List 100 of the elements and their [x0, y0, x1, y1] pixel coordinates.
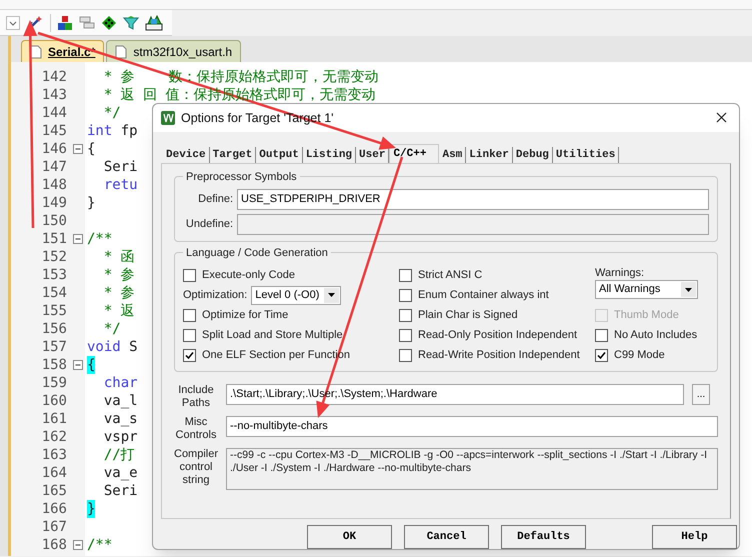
code-text: va_s [102, 410, 138, 428]
code-text: char [102, 374, 138, 392]
compiler-string-field: --c99 -c --cpu Cortex-M3 -D__MICROLIB -g -O0 --apcs=interwork --split_sections -I ./Start -I ./Library -I ./User -I ./System -I ./Hardware --no-multibyte-chars [226, 448, 718, 490]
dropdown[interactable]: Level 0 (-O0) [251, 286, 342, 305]
code-text: * 函 [102, 248, 135, 266]
checkbox[interactable] [183, 268, 196, 282]
stacked-windows-icon[interactable] [79, 14, 95, 30]
dialog-tab[interactable]: Debug [512, 147, 553, 164]
checkbox[interactable] [399, 288, 412, 302]
checkbox[interactable] [183, 348, 196, 362]
checkbox[interactable] [399, 268, 412, 282]
code-text: //打 [102, 446, 135, 464]
fold-toggle-icon[interactable] [73, 144, 83, 154]
diamond-dots-icon[interactable] [101, 14, 117, 30]
line-number: 151 [40, 230, 68, 248]
code-text: void [87, 338, 121, 356]
field-label: Warnings: [595, 266, 646, 280]
file-tab[interactable]: stm32f10x_usart.h [106, 40, 242, 62]
dialog-button[interactable]: Help [652, 525, 737, 549]
code-text: } [87, 500, 96, 518]
checkbox[interactable] [595, 328, 608, 342]
checkbox[interactable] [399, 308, 412, 322]
dropdown-arrow-icon [328, 293, 336, 298]
checkbox[interactable] [183, 308, 196, 322]
checkbox[interactable] [399, 348, 412, 362]
field-label: Include Paths [177, 384, 215, 410]
define-field[interactable]: USE_STDPERIPH_DRIVER [237, 189, 709, 210]
checkbox-label: Execute-only Code [202, 268, 295, 283]
close-icon [716, 112, 726, 124]
line-number: 168 [40, 536, 68, 554]
line-number: 165 [40, 482, 68, 500]
field-label: Define: [197, 192, 233, 208]
line-number: 146 [40, 140, 68, 158]
line-number: 148 [40, 176, 68, 194]
dialog-tab[interactable]: Linker [466, 147, 513, 164]
line-number: 160 [40, 392, 68, 410]
line-number: 159 [40, 374, 68, 392]
dialog-tab[interactable]: C/C++ [389, 144, 440, 164]
dialog-tab[interactable]: Asm [439, 147, 466, 164]
checkbox-label: No Auto Includes [614, 328, 698, 343]
browse-button[interactable]: ... [692, 384, 710, 406]
code-text: * 参 [102, 284, 135, 302]
fold-toggle-icon[interactable] [73, 540, 83, 550]
dialog-button[interactable]: Cancel [404, 525, 489, 549]
line-number: 166 [40, 500, 68, 518]
line-number: 156 [40, 320, 68, 338]
code-text: */ [102, 320, 121, 338]
fold-toggle-icon[interactable] [73, 360, 83, 370]
checkbox-label: Optimize for Time [202, 308, 288, 323]
code-text: { [87, 140, 96, 158]
code-text: S [128, 338, 138, 356]
checkbox-label: Read-Write Position Independent [418, 348, 580, 363]
dialog-tab[interactable]: Target [210, 147, 256, 164]
code-text: Seri [102, 158, 138, 176]
line-number: 144 [40, 104, 68, 122]
code-text: /** [87, 536, 112, 554]
misc-controls-field[interactable]: --no-multibyte-chars [226, 416, 718, 438]
checkbox-label: Read-Only Position Independent [418, 328, 577, 343]
line-number: 157 [40, 338, 68, 356]
field-label: Misc Controls [174, 416, 218, 442]
checkbox[interactable] [399, 328, 412, 342]
file-tab[interactable]: Serial.c* [21, 40, 104, 62]
dropdown-icon[interactable] [6, 16, 20, 30]
code-text: { [87, 356, 96, 374]
line-number: 161 [40, 410, 68, 428]
line-number: 152 [40, 248, 68, 266]
fold-toggle-icon[interactable] [73, 234, 83, 244]
code-text: va_e [102, 464, 138, 482]
dropdown[interactable]: All Warnings [595, 280, 698, 300]
code-text: } [87, 194, 96, 212]
line-number: 162 [40, 428, 68, 446]
dialog-button[interactable]: Defaults [501, 525, 586, 549]
line-number: 142 [40, 68, 68, 86]
code-text: Seri [102, 482, 138, 500]
dialog-tab[interactable]: Utilities [552, 147, 620, 164]
code-text: * 返 [102, 302, 135, 320]
line-number: 163 [40, 446, 68, 464]
checkbox-label: C99 Mode [614, 348, 665, 363]
dialog-button[interactable]: OK [307, 525, 392, 549]
document-icon [30, 44, 42, 58]
code-text: vspr [102, 428, 138, 446]
component-pack-icon[interactable] [145, 14, 163, 30]
colored-blocks-icon[interactable] [57, 14, 73, 30]
line-number: 164 [40, 464, 68, 482]
line-number: 145 [40, 122, 68, 140]
checkbox[interactable] [183, 328, 196, 342]
funnel-icon[interactable] [123, 14, 139, 30]
dropdown-arrow-icon [685, 288, 692, 292]
checkbox-label: Plain Char is Signed [418, 308, 518, 323]
checkbox-label: Strict ANSI C [418, 268, 482, 283]
checkbox[interactable] [595, 348, 608, 362]
dialog-tab[interactable]: Output [256, 147, 303, 164]
field-label: Undefine: [184, 217, 233, 232]
checkbox-label: Thumb Mode [614, 308, 679, 323]
checkbox-label: Enum Container always int [418, 288, 549, 303]
dialog-tab[interactable]: Device [163, 147, 210, 164]
line-number: 155 [40, 302, 68, 320]
field-label: Compiler control string [174, 448, 218, 488]
dialog-tab[interactable]: Listing [302, 147, 356, 164]
line-number: 143 [40, 86, 68, 104]
